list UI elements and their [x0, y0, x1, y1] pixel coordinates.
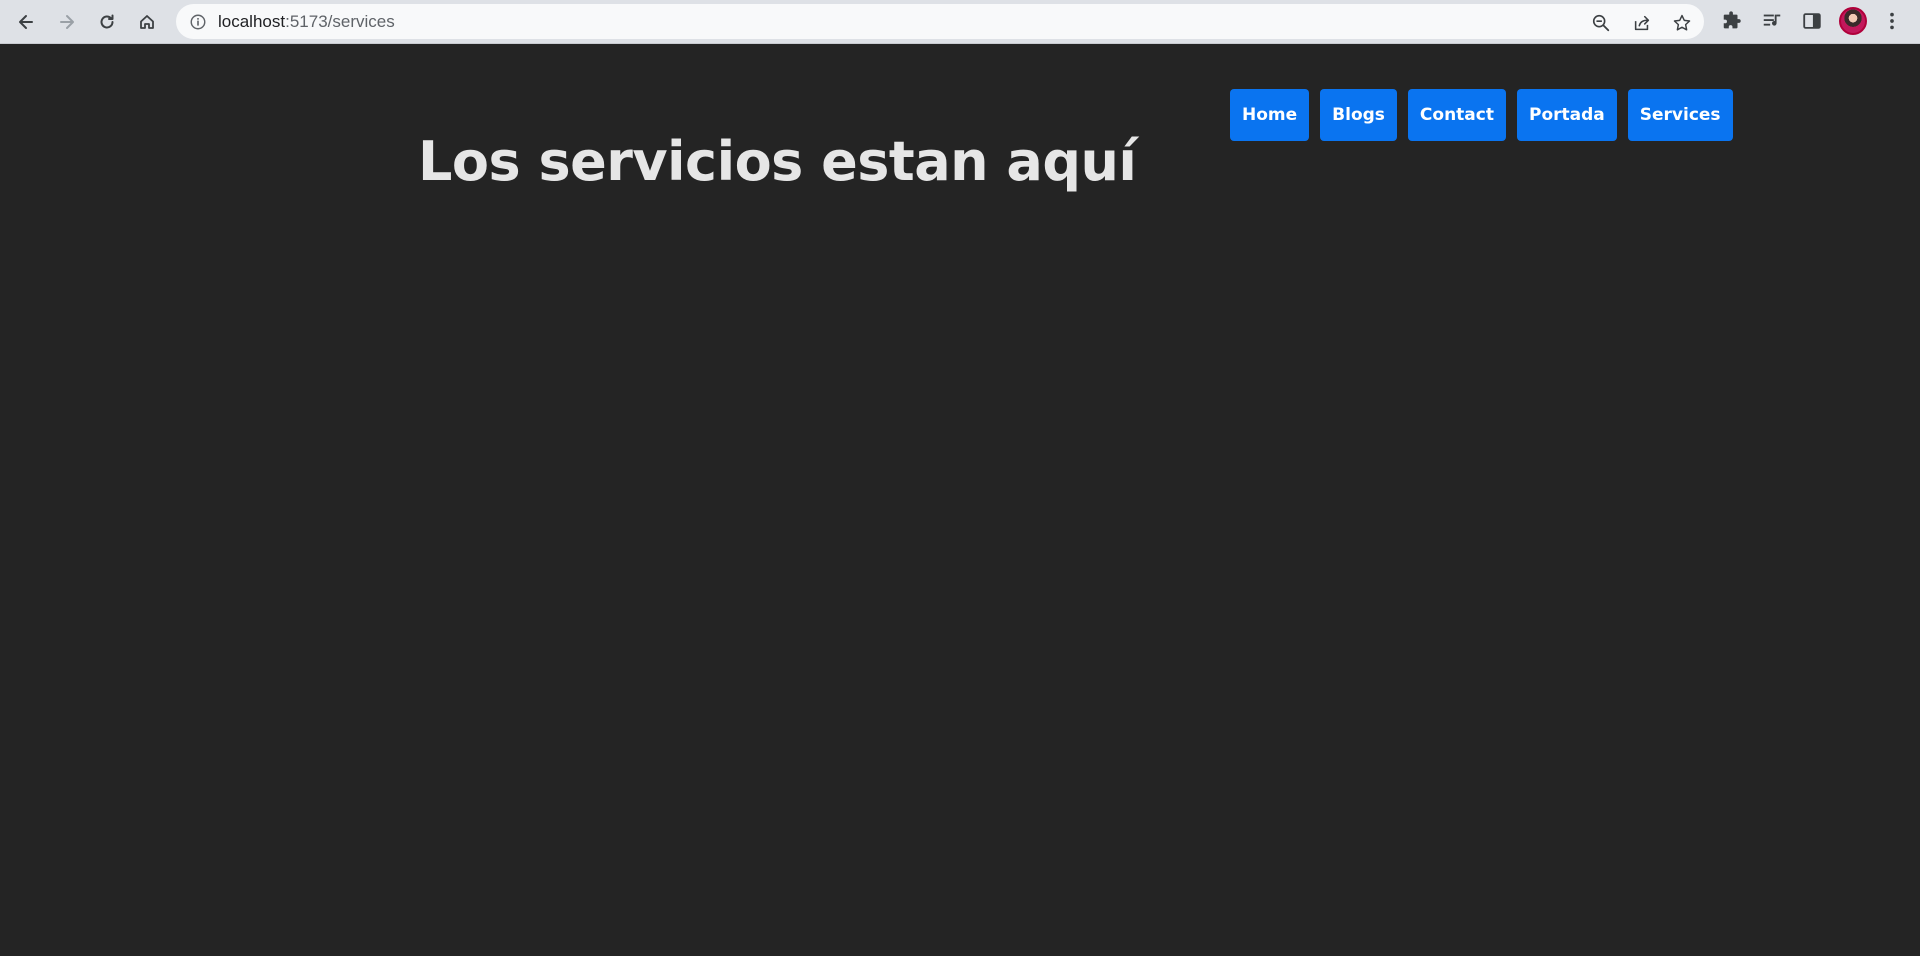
page-body: Home Blogs Contact Portada Services Los … — [0, 44, 1920, 956]
home-icon — [140, 15, 154, 29]
info-icon[interactable] — [188, 12, 208, 32]
puzzle-icon[interactable] — [1720, 9, 1744, 33]
url-host: localhost — [218, 12, 286, 31]
back-button[interactable] — [10, 6, 42, 38]
nav-contact-button[interactable]: Contact — [1407, 89, 1506, 141]
star-icon[interactable] — [1671, 12, 1693, 34]
forward-button[interactable] — [51, 6, 83, 38]
nav-services-button[interactable]: Services — [1627, 89, 1733, 141]
reload-button[interactable] — [91, 6, 123, 38]
nav-portada-button[interactable]: Portada — [1516, 89, 1617, 141]
profile-avatar[interactable] — [1839, 7, 1867, 35]
browser-toolbar: localhost:5173/services — [0, 0, 1920, 44]
nav-home-button[interactable]: Home — [1230, 89, 1310, 141]
page-title: Los servicios estan aquí — [418, 130, 1137, 193]
nav-blogs-button[interactable]: Blogs — [1320, 89, 1397, 141]
address-bar[interactable]: localhost:5173/services — [176, 4, 1704, 39]
back-arrow-icon — [19, 15, 33, 29]
kebab-menu-icon[interactable] — [1880, 9, 1904, 33]
reload-icon — [100, 14, 114, 29]
share-icon[interactable] — [1631, 12, 1653, 34]
side-panel-icon[interactable] — [1800, 9, 1824, 33]
url-path: :5173/services — [285, 12, 395, 31]
forward-arrow-icon — [60, 15, 74, 29]
top-navigation: Home Blogs Contact Portada Services — [1230, 89, 1733, 141]
zoom-icon[interactable] — [1590, 12, 1612, 34]
media-queue-icon[interactable] — [1760, 9, 1784, 33]
home-button[interactable] — [131, 6, 163, 38]
url-text[interactable]: localhost:5173/services — [218, 4, 395, 39]
